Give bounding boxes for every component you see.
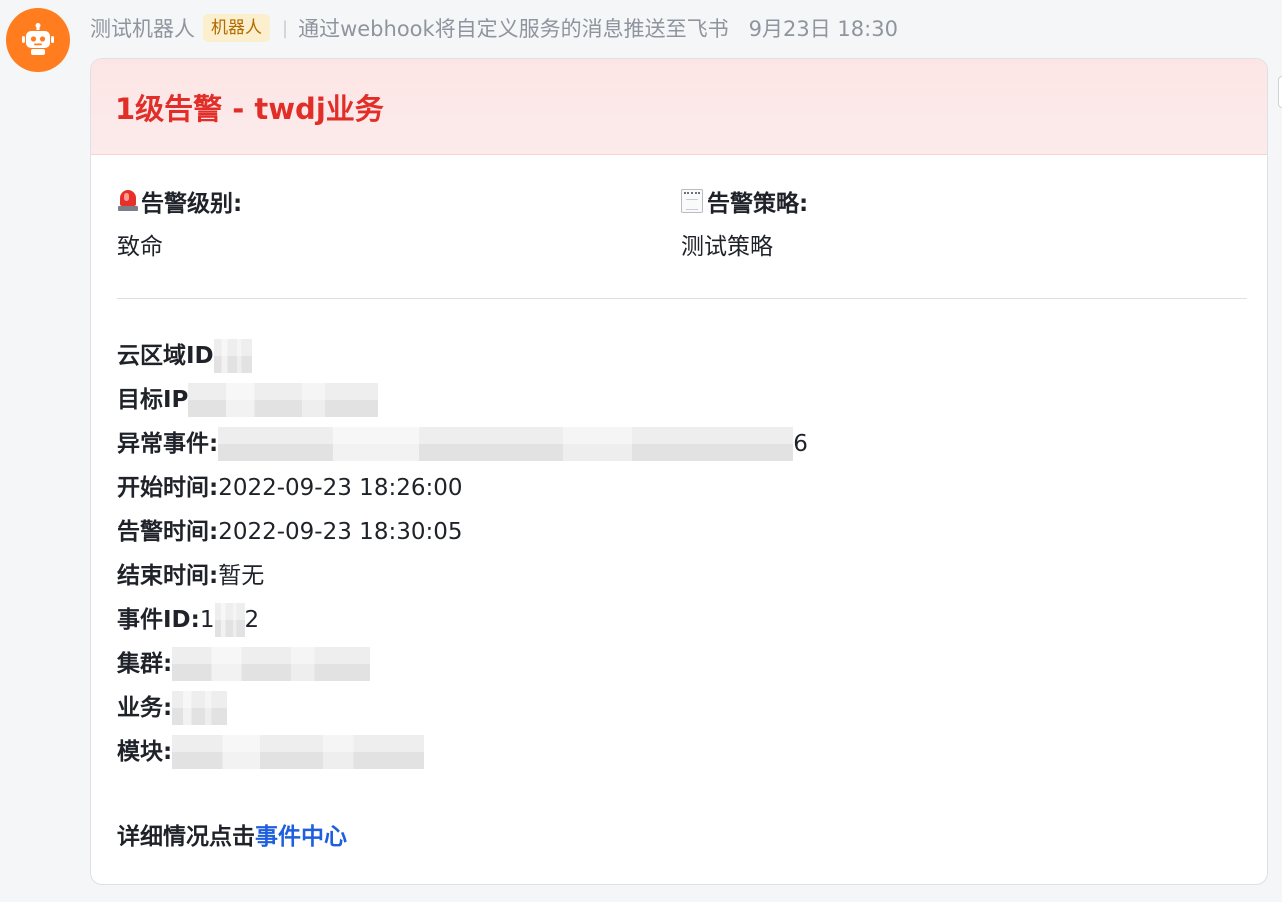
alert-level-field: 告警级别: 致命: [117, 185, 242, 261]
redacted-value: [172, 735, 425, 769]
alert-policy-field: 告警策略: 测试策略: [681, 185, 808, 261]
robot-icon: [22, 23, 54, 55]
siren-icon: [117, 189, 139, 213]
card-footer: 详细情况点击事件中心: [117, 817, 347, 851]
detail-cloud-area-id: 云区域ID: [117, 334, 808, 378]
side-panel-handle[interactable]: [1278, 76, 1282, 108]
meta-separator: |: [282, 17, 289, 39]
detail-target-ip: 目标IP: [117, 378, 808, 422]
alert-policy-value: 测试策略: [681, 234, 773, 260]
detail-abnormal-event: 异常事件: 6: [117, 422, 808, 466]
redacted-value: [214, 603, 245, 637]
sender-name[interactable]: 测试机器人: [90, 13, 195, 43]
redacted-value: [218, 427, 794, 461]
bot-description: 通过webhook将自定义服务的消息推送至飞书: [298, 17, 729, 41]
footer-text: 详细情况点击: [117, 824, 255, 850]
detail-end-time: 结束时间: 暂无: [117, 563, 265, 589]
message-time: 9月23日 18:30: [748, 17, 898, 41]
detail-event-id: 事件ID: 1 2: [117, 598, 808, 642]
detail-alert-time: 告警时间: 2022-09-23 18:30:05: [117, 519, 463, 545]
redacted-value: [172, 647, 371, 681]
message-meta: 测试机器人 机器人 | 通过webhook将自定义服务的消息推送至飞书 9月23…: [90, 12, 898, 44]
memo-icon: [681, 189, 703, 213]
detail-module: 模块:: [117, 730, 808, 774]
card-divider: [117, 298, 1247, 299]
detail-business: 业务:: [117, 686, 808, 730]
detail-cluster: 集群:: [117, 642, 808, 686]
redacted-value: [213, 339, 252, 373]
alert-fields: 告警级别: 致命 告警策略: 测试策略: [117, 185, 1247, 265]
alert-card: 1级告警 - twdj业务 告警级别: 致命 告警策略: 测试策略 云区域ID: [90, 58, 1268, 885]
redacted-value: [188, 383, 379, 417]
event-center-link[interactable]: 事件中心: [255, 824, 347, 850]
alert-level-value: 致命: [117, 234, 163, 260]
alert-details: 云区域ID 目标IP 异常事件: 6 开始时间: 2022-09-23 18:2…: [117, 334, 808, 774]
alert-policy-label: 告警策略:: [707, 191, 809, 217]
redacted-value: [172, 691, 228, 725]
bot-badge: 机器人: [203, 14, 270, 42]
card-header: 1级告警 - twdj业务: [91, 59, 1267, 155]
card-title: 1级告警 - twdj业务: [115, 91, 384, 126]
detail-start-time: 开始时间: 2022-09-23 18:26:00: [117, 475, 463, 501]
bot-avatar[interactable]: [6, 8, 70, 72]
alert-level-label: 告警级别:: [141, 191, 243, 217]
